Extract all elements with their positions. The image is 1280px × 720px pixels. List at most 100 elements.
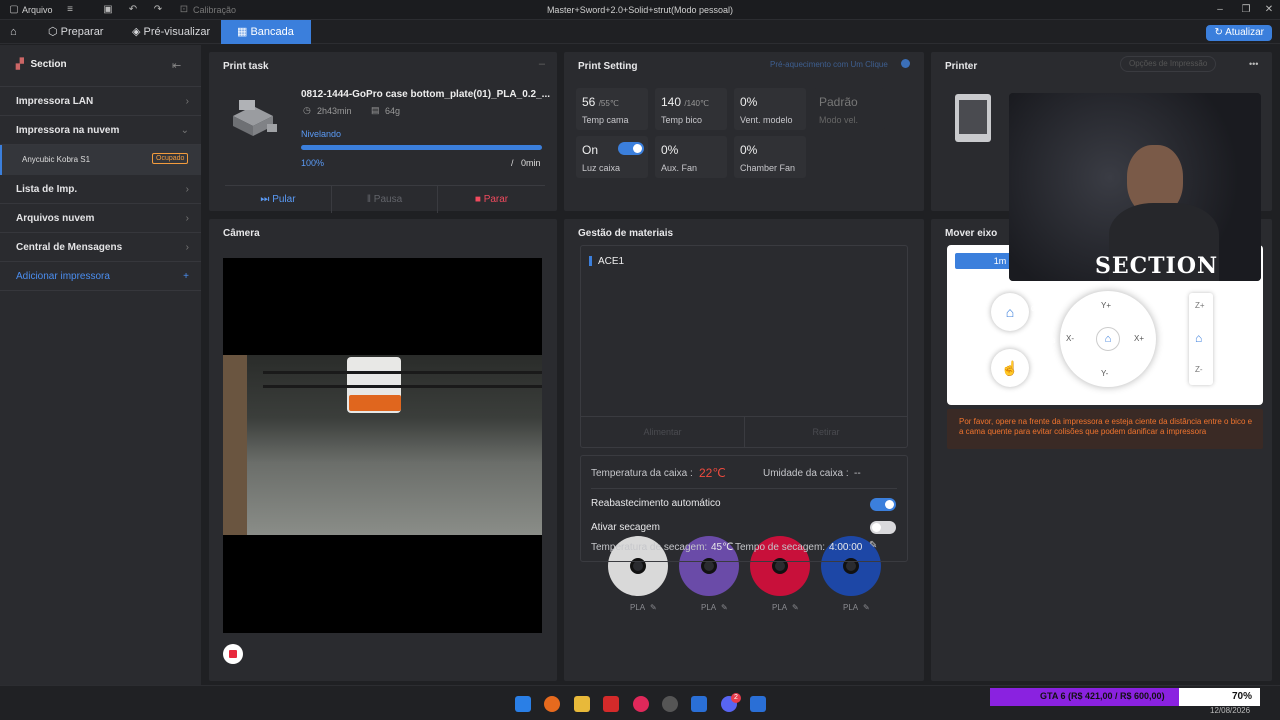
camera-panel: Câmera [209,219,557,681]
stat-bed-temp[interactable]: 56 /55℃ Temp cama [576,88,648,130]
stat-aux-fan[interactable]: 0% Aux. Fan [655,136,727,178]
windows-start-icon[interactable] [515,696,531,712]
edit-icon[interactable]: ✎ [721,603,728,612]
light-toggle[interactable] [618,142,644,155]
spool-material-label[interactable]: PLA [630,603,645,612]
sidebar-header: ▞ Section [16,59,67,70]
z-plus-button[interactable]: Z+ [1195,301,1205,310]
stat-chamber-fan[interactable]: 0% Chamber Fan [734,136,806,178]
edit-icon[interactable]: ✎ [650,603,657,612]
calibration-menu[interactable]: Calibração [193,5,236,15]
chevron-right-icon: › [185,242,189,253]
sidebar-item-messages[interactable]: Central de Mensagens › [0,233,201,262]
maximize-icon[interactable]: ❐ [1240,4,1252,16]
stop-button[interactable]: ■ Parar [437,186,545,213]
progress-track [301,145,542,150]
sidebar-item-cloud[interactable]: Impressora na nuvem ⌄ [0,116,201,145]
tab-prepare[interactable]: ⬡ Preparar [40,20,111,44]
app-icon[interactable] [691,696,707,712]
sidebar-item-cloud-files[interactable]: Arquivos nuvem › [0,204,201,233]
more-icon[interactable]: ••• [1249,59,1258,69]
menu-icon[interactable]: ≡ [64,4,76,16]
close-icon[interactable]: ✕ [1263,4,1275,16]
firefox-icon[interactable] [544,696,560,712]
skip-button[interactable]: ⏭ Pular [225,186,331,213]
preheat-link[interactable]: Pré-aquecimento com Um Clique [770,60,888,69]
tab-label: Bancada [250,26,294,38]
print-weight: 64g [385,106,401,116]
file-menu[interactable]: Arquivo [22,5,53,15]
print-duration: 2h43min [317,106,352,116]
stat-speed-mode[interactable]: Padrão Modo vel. [813,88,885,130]
ace-unit: ACE1 Alimentar Retirar [580,245,908,448]
minimize-icon[interactable]: – [1214,4,1226,16]
pause-button[interactable]: ‖ Pausa [331,186,437,213]
home-icon[interactable]: ⌂ [2,20,25,44]
sidebar-item-printers[interactable]: Lista de Imp. › [0,175,201,204]
auto-refill-label: Reabastecimento automático [591,498,721,509]
drying-toggle[interactable] [870,521,896,534]
stat-value: 0% [740,95,758,109]
progress-fill [301,145,542,150]
printer-entry[interactable]: Anycubic Kobra S1 Ocupado [0,145,201,175]
humidity-value: -- [854,468,861,479]
stat-nozzle-temp[interactable]: 140 /140℃ Temp bico [655,88,727,130]
record-button[interactable] [223,644,243,664]
obs-icon[interactable] [662,696,678,712]
file-explorer-icon[interactable] [574,696,590,712]
slicer-icon[interactable] [750,696,766,712]
spool-material-label[interactable]: PLA [843,603,858,612]
print-options-button[interactable]: Opções de Impressão [1120,56,1217,72]
retract-button[interactable]: Retirar [744,417,907,448]
stat-value: On [582,143,599,157]
sidebar-item-label: Impressora LAN [16,96,94,107]
section-logo-icon: ▞ [16,59,24,70]
y-plus-button[interactable]: Y+ [1101,301,1111,310]
collapse-icon[interactable]: ⇤ [172,59,181,72]
y-minus-button[interactable]: Y- [1101,369,1108,378]
calibration-icon[interactable]: ⊡ [178,4,190,16]
notification-badge: 2 [731,693,741,703]
xy-jog-pad: Y+ Y- X+ X- ⌂ [1060,291,1156,387]
spool-material-label[interactable]: PLA [772,603,787,612]
file-icon[interactable]: ▢ [8,4,20,16]
nav-bar: ⌂ ⬡ Preparar ◈ Pré-visualizar ▦ Bancada … [0,20,1280,44]
undo-icon[interactable]: ↶ [127,4,139,16]
save-icon[interactable]: ▣ [102,4,114,16]
camera-feed [223,258,542,633]
disable-motors-button[interactable]: ☝ [991,349,1029,387]
panel-title: Print Setting [578,61,638,72]
app-icon[interactable] [603,696,619,712]
stat-label: Luz caixa [582,163,621,173]
home-all-button[interactable]: ⌂ [1096,327,1120,351]
sidebar-item-label: Arquivos nuvem [16,213,95,224]
collapse-icon[interactable]: – [539,58,545,70]
edit-icon[interactable]: ✎ [792,603,799,612]
update-button[interactable]: ↻ Atualizar [1206,25,1272,41]
tab-preview[interactable]: ◈ Pré-visualizar [124,20,218,44]
sidebar-item-lan[interactable]: Impressora LAN › [0,87,201,116]
tab-label: Pré-visualizar [143,26,211,38]
goal-bar: GTA 6 (R$ 421,00 / R$ 600,00) 70% [990,688,1260,706]
tab-workbench[interactable]: ▦ Bancada [221,20,311,44]
sidebar-item-add-printer[interactable]: Adicionar impressora + [0,262,201,291]
stat-chamber-light[interactable]: On Luz caixa [576,136,648,178]
redo-icon[interactable]: ↷ [152,4,164,16]
z-minus-button[interactable]: Z- [1195,365,1203,374]
x-minus-button[interactable]: X- [1066,334,1074,343]
unit-actions: Alimentar Retirar [581,416,907,448]
toggle-knob [872,523,881,532]
home-z-button[interactable]: ⌂ [1195,331,1202,345]
auto-refill-toggle[interactable] [870,498,896,511]
feed-button[interactable]: Alimentar [581,417,744,448]
edit-icon[interactable]: ✎ [863,603,870,612]
media-player-icon[interactable] [633,696,649,712]
x-plus-button[interactable]: X+ [1134,334,1144,343]
toggle-knob [885,500,894,509]
stat-model-fan[interactable]: 0% Vent. modelo [734,88,806,130]
preheat-toggle-icon[interactable] [901,59,910,68]
subs-label: SUBS DIÁRIOS [1012,339,1056,345]
edit-icon[interactable]: ✎ [869,540,877,551]
spool-material-label[interactable]: PLA [701,603,716,612]
home-xy-button[interactable]: ⌂ [991,293,1029,331]
